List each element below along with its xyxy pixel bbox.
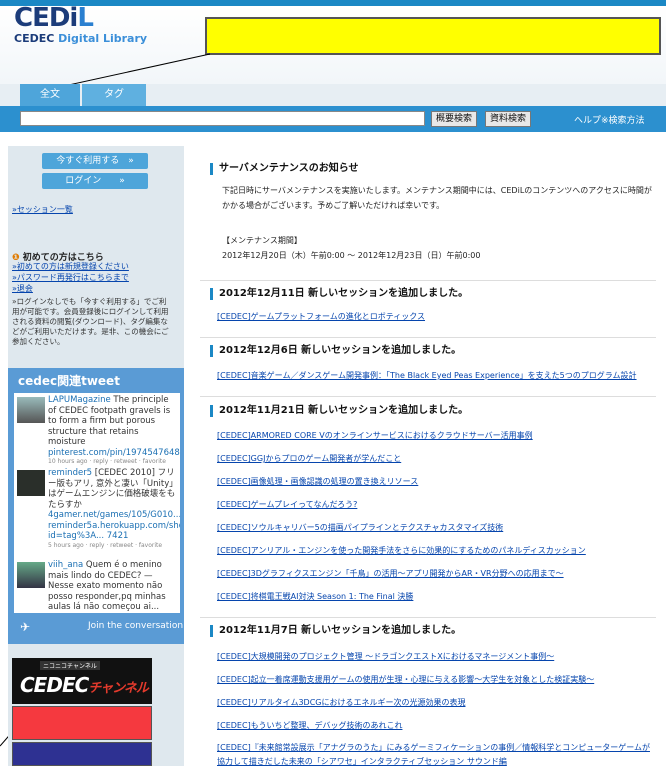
banner-placeholder-red[interactable] xyxy=(12,706,152,740)
tab-tag-label: タグ xyxy=(104,89,124,100)
logo-main-text: CEDi xyxy=(14,3,78,33)
session-link[interactable]: [CEDEC]GGJからプロのゲーム開発者が学んだこと xyxy=(217,453,401,464)
session-link[interactable]: [CEDEC]アンリアル・エンジンを使った開発手法をさらに効果的にするためのパネ… xyxy=(217,545,586,556)
logo-sub-prefix: CEDEC xyxy=(14,32,55,45)
avatar[interactable] xyxy=(17,397,45,423)
cedil-logo[interactable]: CEDiL CEDEC Digital Library xyxy=(14,4,147,45)
material-search-button[interactable]: 資料検索 xyxy=(485,111,532,127)
news-date-heading: 2012年12月11日 新しいセッションを追加しました。 xyxy=(210,288,468,300)
avatar[interactable] xyxy=(17,470,45,496)
summary-search-button[interactable]: 概要検索 xyxy=(431,111,478,127)
channel-sub-label: ニコニコチャンネル xyxy=(40,661,100,670)
news-date-heading: 2012年11月7日 新しいセッションを追加しました。 xyxy=(210,625,461,637)
channel-name: CEDECチャンネル xyxy=(20,673,149,697)
tweet-link[interactable]: pinterest.com/pin/1974547648... xyxy=(48,448,180,458)
channel-name-main: CEDEC xyxy=(20,673,89,697)
search-input[interactable] xyxy=(20,111,425,126)
session-link[interactable]: [CEDEC]大規模開発のプロジェクト管理 ～ドラゴンクエストXにおけるマネージ… xyxy=(217,651,554,662)
header-banner-placeholder xyxy=(205,17,661,55)
tab-tag[interactable]: タグ xyxy=(82,84,146,106)
login-button[interactable]: ログイン » xyxy=(42,173,148,189)
maintenance-period: 2012年12月20日（木）午前0:00 ～ 2012年12月23日（日）午前0… xyxy=(222,251,481,260)
channel-name-suffix: チャンネル xyxy=(88,681,149,696)
session-link[interactable]: [CEDEC]『未来館常設展示「アナグラのうた」にみるゲーミフィケーションの事例… xyxy=(217,741,657,769)
maintenance-body: 下記日時にサーバメンテナンスを実施いたします。メンテナンス期間中には、CEDiL… xyxy=(222,186,652,210)
tweet-user[interactable]: LAPUMagazine xyxy=(48,395,111,405)
tweet-link[interactable]: 4gamer.net/games/105/G010... reminder5a.… xyxy=(48,510,180,541)
tab-fulltext-label: 全文 xyxy=(40,89,60,100)
session-link[interactable]: [CEDEC]ARMORED CORE Vのオンラインサービスにおけるクラウドサ… xyxy=(217,430,533,441)
twitter-bird-icon[interactable]: ✈ xyxy=(20,620,30,634)
tweet-user[interactable]: viih_ana xyxy=(48,560,83,570)
divider xyxy=(200,617,656,618)
divider xyxy=(200,396,656,397)
password-reset-link[interactable]: »パスワード再発行はこちらまで xyxy=(12,272,129,283)
news-date-heading: 2012年11月21日 新しいセッションを追加しました。 xyxy=(210,405,468,417)
session-link[interactable]: [CEDEC]3Dグラフィクスエンジン「千鳥」の活用～アプリ開発からAR・VR分… xyxy=(217,568,564,579)
tab-fulltext[interactable]: 全文 xyxy=(20,84,80,106)
tweet-list[interactable]: LAPUMagazine The principle of CEDEC foot… xyxy=(14,393,180,613)
tweet-meta[interactable]: 5 hours ago · reply · retweet · favorite xyxy=(48,542,178,550)
session-list-link[interactable]: »セッション一覧 xyxy=(12,204,73,215)
tweet-meta[interactable]: 10 hours ago · reply · retweet · favorit… xyxy=(48,458,178,466)
help-link[interactable]: ヘルプ※検索方法 xyxy=(574,113,645,126)
register-link[interactable]: »初めての方は新規登録ください xyxy=(12,261,129,272)
session-link[interactable]: [CEDEC]もういちど整理、デバッグ技術のあれこれ xyxy=(217,720,402,731)
session-link[interactable]: [CEDEC]音楽ゲーム／ダンスゲーム開発事例：「The Black Eyed … xyxy=(217,370,637,381)
maintenance-period-label: 【メンテナンス期間】 xyxy=(222,236,302,245)
session-link[interactable]: [CEDEC]将棋電王戦AI対決 Season 1: The Final 決勝 xyxy=(217,591,413,602)
session-link[interactable]: [CEDEC]リアルタイム3DCGにおけるエネルギー次の光源効果の表現 xyxy=(217,697,465,708)
divider xyxy=(200,337,656,338)
logo-main-accent: L xyxy=(77,3,94,33)
tweet-widget-title: cedec関連tweet xyxy=(18,374,120,388)
session-link[interactable]: [CEDEC]画像処理・画像認識の処理の置き換えリソース xyxy=(217,476,418,487)
session-link[interactable]: [CEDEC]ゲームプレイってなんだろう? xyxy=(217,499,357,510)
news-date-heading: 2012年12月6日 新しいセッションを追加しました。 xyxy=(210,345,461,357)
sidebar-note: »ログインなしでも「今すぐ利用する」でご利用が可能です。会員登録後にログインして… xyxy=(12,297,169,346)
use-now-button[interactable]: 今すぐ利用する » xyxy=(42,153,148,169)
session-link[interactable]: [CEDEC]ゲームプラットフォームの進化とロボティックス xyxy=(217,311,425,322)
session-link[interactable]: [CEDEC]起立一着席運動支援用ゲームの使用が生理・心理に与える影響～大学生を… xyxy=(217,674,594,685)
maintenance-title: サーバメンテナンスのお知らせ xyxy=(210,163,359,175)
join-conversation-link[interactable]: Join the conversation xyxy=(88,621,183,631)
divider xyxy=(200,280,656,281)
banner-placeholder-navy[interactable] xyxy=(12,742,152,766)
session-link[interactable]: [CEDEC]ソウルキャリバー5の描画パイプラインとテクスチャカスタマイズ技術 xyxy=(217,522,503,533)
avatar[interactable] xyxy=(17,562,45,588)
withdraw-link[interactable]: »退会 xyxy=(12,283,33,294)
logo-sub-suffix: Digital Library xyxy=(58,32,148,45)
tweet-user[interactable]: reminder5 xyxy=(48,468,92,478)
